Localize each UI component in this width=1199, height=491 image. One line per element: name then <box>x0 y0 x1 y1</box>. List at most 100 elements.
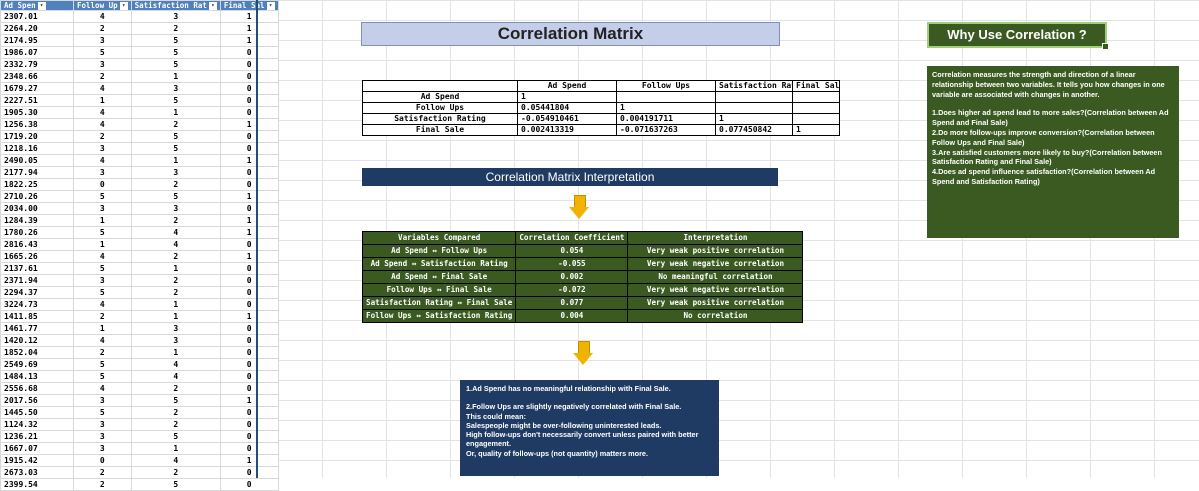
table-cell[interactable]: 1 <box>130 310 221 323</box>
table-cell[interactable]: 1 <box>130 154 221 167</box>
table-cell[interactable]: 0 <box>219 466 279 479</box>
table-cell[interactable]: 4 <box>73 154 132 167</box>
interpretation-cell[interactable]: -0.072 <box>515 283 629 297</box>
table-cell[interactable]: 1411.85 <box>0 310 74 323</box>
interpretation-header[interactable]: Interpretation <box>627 231 804 245</box>
matrix-cell[interactable]: 1 <box>792 124 840 136</box>
table-cell[interactable]: 2816.43 <box>0 238 74 251</box>
table-cell[interactable]: 2348.66 <box>0 70 74 83</box>
interpretation-cell[interactable]: Follow Ups ↔ Final Sale <box>361 283 517 297</box>
interpretation-cell[interactable]: 0.002 <box>515 270 629 284</box>
table-cell[interactable]: 3 <box>130 202 221 215</box>
table-cell[interactable]: 0 <box>219 94 279 107</box>
matrix-cell[interactable]: 0.002413319 <box>517 124 617 136</box>
table-cell[interactable]: 2549.69 <box>0 358 74 371</box>
table-cell[interactable]: 2137.61 <box>0 262 74 275</box>
table-cell[interactable]: 1 <box>73 214 132 227</box>
matrix-cell[interactable] <box>715 91 793 103</box>
table-cell[interactable]: 2 <box>73 70 132 83</box>
table-cell[interactable]: 0 <box>219 46 279 59</box>
table-cell[interactable]: 2 <box>73 466 132 479</box>
table-cell[interactable]: 5 <box>73 262 132 275</box>
interpretation-cell[interactable]: No meaningful correlation <box>627 270 804 284</box>
matrix-column-header[interactable]: Final Sale <box>792 80 840 92</box>
matrix-cell[interactable] <box>792 113 840 125</box>
matrix-cell[interactable]: 0.004191711 <box>616 113 716 125</box>
table-cell[interactable]: 1 <box>73 94 132 107</box>
table-cell[interactable]: 1 <box>73 238 132 251</box>
table-cell[interactable]: 2034.00 <box>0 202 74 215</box>
table-cell[interactable]: 5 <box>73 46 132 59</box>
column-header[interactable]: Ad Spen ▾ <box>0 0 74 11</box>
table-cell[interactable]: 0 <box>219 286 279 299</box>
table-cell[interactable]: 2673.03 <box>0 466 74 479</box>
table-cell[interactable]: 5 <box>73 190 132 203</box>
table-cell[interactable]: 0 <box>219 106 279 119</box>
table-cell[interactable]: 0 <box>219 82 279 95</box>
table-cell[interactable]: 3 <box>130 322 221 335</box>
table-cell[interactable]: 1 <box>219 310 279 323</box>
table-cell[interactable]: 3 <box>73 394 132 407</box>
matrix-cell[interactable] <box>616 91 716 103</box>
table-cell[interactable]: 1719.20 <box>0 130 74 143</box>
table-cell[interactable]: 5 <box>73 370 132 383</box>
table-cell[interactable]: 3 <box>130 166 221 179</box>
table-cell[interactable]: 3 <box>73 142 132 155</box>
table-cell[interactable]: 1 <box>73 322 132 335</box>
matrix-row-label[interactable]: Follow Ups <box>362 102 518 114</box>
table-cell[interactable]: 0 <box>219 322 279 335</box>
matrix-cell[interactable] <box>792 91 840 103</box>
table-cell[interactable]: 0 <box>219 442 279 455</box>
table-cell[interactable]: 1 <box>219 190 279 203</box>
matrix-column-header[interactable]: Ad Spend <box>517 80 617 92</box>
table-cell[interactable]: 2227.51 <box>0 94 74 107</box>
table-cell[interactable]: 1986.07 <box>0 46 74 59</box>
matrix-row-label[interactable]: Final Sale <box>362 124 518 136</box>
table-cell[interactable]: 2490.05 <box>0 154 74 167</box>
table-cell[interactable]: 3 <box>73 58 132 71</box>
table-cell[interactable]: 3 <box>73 202 132 215</box>
table-cell[interactable]: 2 <box>130 286 221 299</box>
filter-dropdown-icon[interactable]: ▾ <box>119 2 128 10</box>
interpretation-cell[interactable]: Satisfaction Rating ↔ Final Sale <box>361 296 517 310</box>
table-cell[interactable]: 5 <box>130 46 221 59</box>
table-cell[interactable]: 2 <box>130 418 221 431</box>
interpretation-cell[interactable]: Very weak positive correlation <box>627 296 804 310</box>
matrix-cell[interactable]: -0.071637263 <box>616 124 716 136</box>
table-cell[interactable]: 1236.21 <box>0 430 74 443</box>
table-cell[interactable]: 0 <box>219 142 279 155</box>
table-cell[interactable]: 2 <box>130 274 221 287</box>
table-cell[interactable]: 2 <box>130 406 221 419</box>
table-cell[interactable]: 2 <box>130 22 221 35</box>
interpretation-cell[interactable]: 0.054 <box>515 244 629 258</box>
table-cell[interactable]: 1679.27 <box>0 82 74 95</box>
table-cell[interactable]: 0 <box>219 274 279 287</box>
table-cell[interactable]: 0 <box>73 178 132 191</box>
table-cell[interactable]: 1461.77 <box>0 322 74 335</box>
interpretation-cell[interactable]: Very weak positive correlation <box>627 244 804 258</box>
table-cell[interactable]: 1484.13 <box>0 370 74 383</box>
table-cell[interactable]: 2371.94 <box>0 274 74 287</box>
table-cell[interactable]: 3 <box>130 334 221 347</box>
why-correlation-title[interactable]: Why Use Correlation ? <box>927 22 1109 50</box>
table-cell[interactable]: 1 <box>219 22 279 35</box>
table-cell[interactable]: 4 <box>73 118 132 131</box>
table-cell[interactable]: 3 <box>73 34 132 47</box>
table-cell[interactable]: 1 <box>219 214 279 227</box>
interpretation-cell[interactable]: Ad Spend ↔ Follow Ups <box>361 244 517 258</box>
column-header[interactable]: Follow Up ▾ <box>73 0 132 11</box>
table-cell[interactable]: 2710.26 <box>0 190 74 203</box>
matrix-cell[interactable]: 0.077450842 <box>715 124 793 136</box>
table-cell[interactable]: 1124.32 <box>0 418 74 431</box>
table-cell[interactable]: 1 <box>219 10 279 23</box>
table-cell[interactable]: 1 <box>219 454 279 467</box>
table-cell[interactable]: 4 <box>73 82 132 95</box>
table-cell[interactable]: 0 <box>219 70 279 83</box>
table-cell[interactable]: 2 <box>73 478 132 491</box>
matrix-cell[interactable] <box>792 102 840 114</box>
table-cell[interactable]: 5 <box>73 226 132 239</box>
table-cell[interactable]: 5 <box>130 142 221 155</box>
table-cell[interactable]: 4 <box>73 382 132 395</box>
table-cell[interactable]: 5 <box>130 394 221 407</box>
table-cell[interactable]: 1 <box>130 262 221 275</box>
